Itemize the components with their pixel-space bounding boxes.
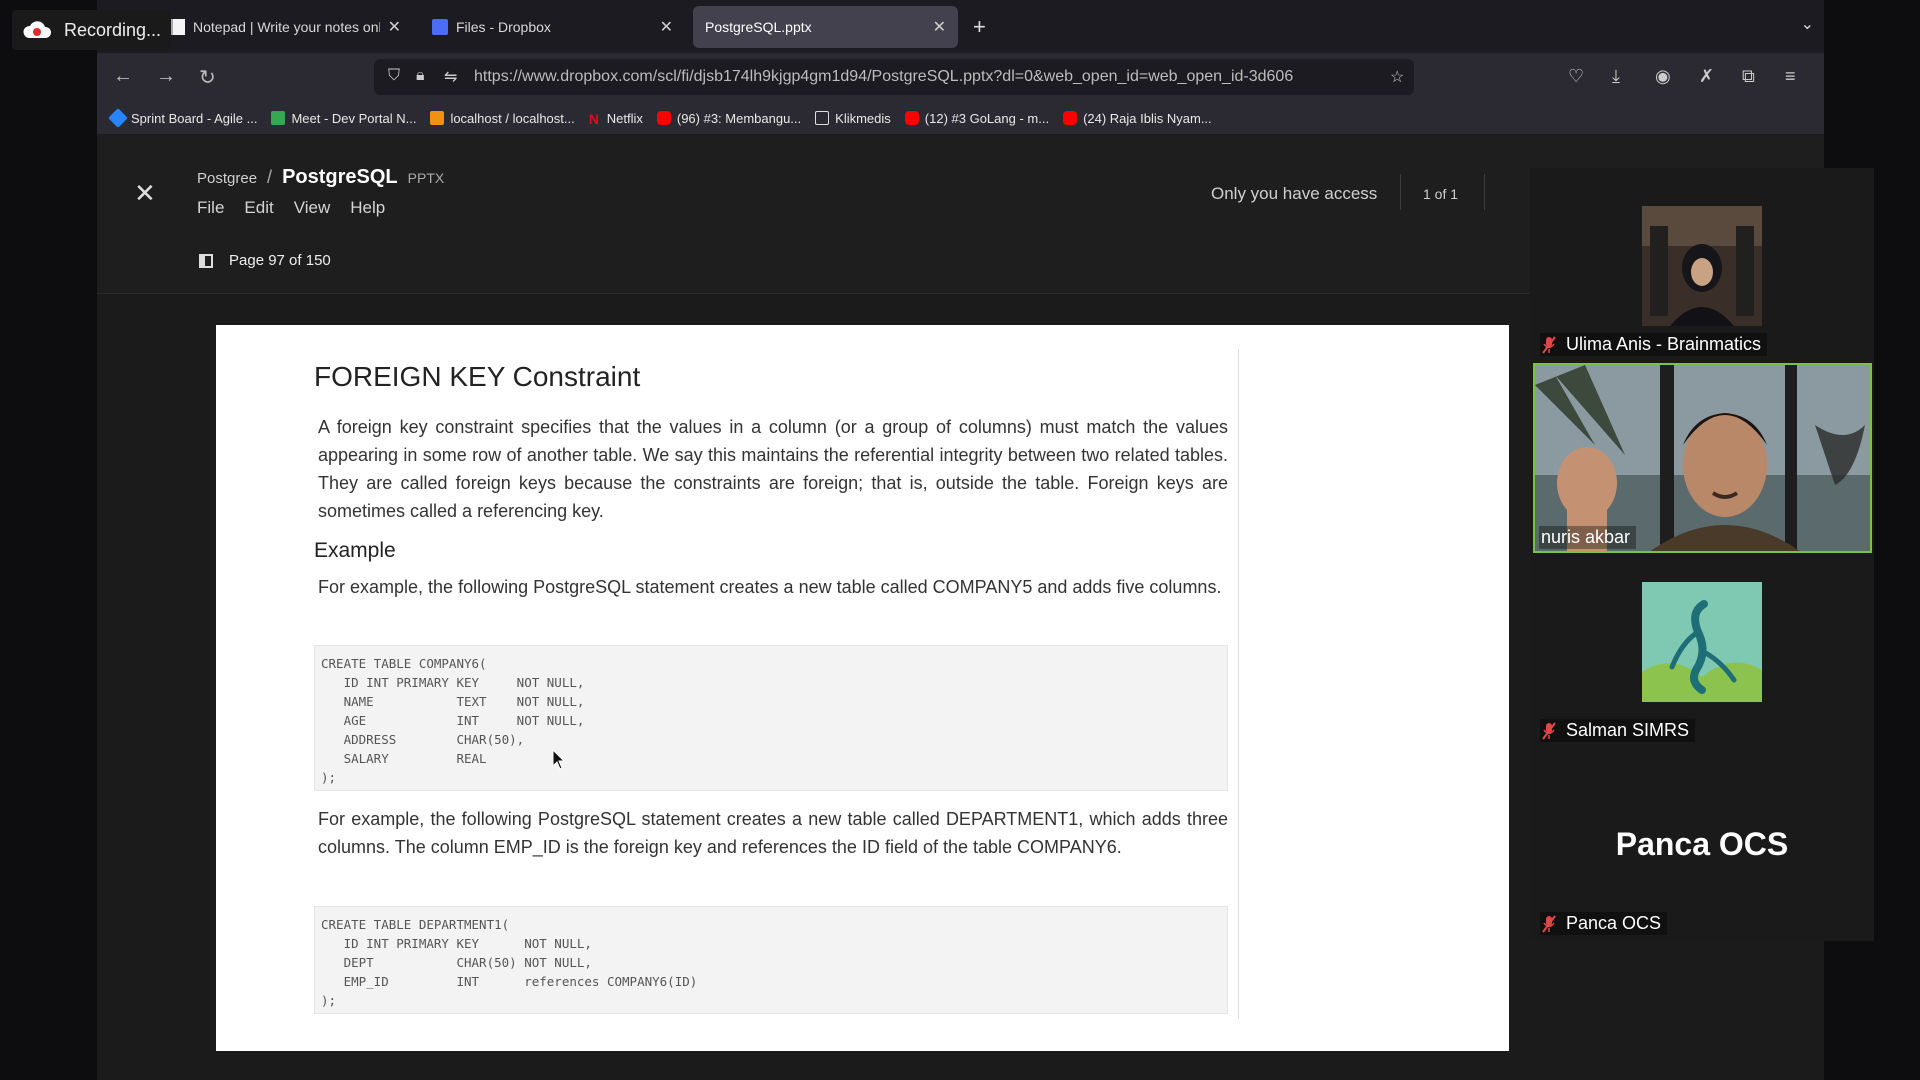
breadcrumb: Postgree / PostgreSQL PPTX: [197, 166, 444, 189]
mic-off-icon: [1542, 721, 1556, 740]
close-icon[interactable]: ✕: [134, 178, 156, 209]
account-icon[interactable]: ◉: [1655, 66, 1671, 87]
bookmark-item[interactable]: (24) Raja Iblis Nyam...: [1063, 111, 1212, 126]
slide-paragraph: For example, the following PostgreSQL st…: [318, 577, 1222, 597]
permissions-icon[interactable]: ⇋: [444, 67, 457, 87]
mouse-cursor-icon: [552, 749, 566, 770]
breadcrumb-folder[interactable]: Postgree: [197, 170, 257, 187]
avatar: [1642, 582, 1762, 702]
menu-icon[interactable]: ≡: [1785, 66, 1796, 87]
page-info-label: Page 97 of 150: [229, 252, 331, 269]
bookmarks-bar: Sprint Board - Agile ... Meet - Dev Port…: [97, 102, 1824, 134]
file-extension: PPTX: [407, 170, 445, 186]
close-icon[interactable]: ✕: [388, 17, 401, 37]
slide-margin-line: [1238, 349, 1239, 1019]
participants-panel: Ulima Anis - Brainmatics nuris akbar Sal…: [1530, 168, 1874, 941]
viewer-menu: File Edit View Help: [197, 198, 405, 218]
notepad-icon: [169, 19, 185, 35]
menu-edit[interactable]: Edit: [244, 198, 273, 218]
tab-notepad[interactable]: Notepad | Write your notes online ✕: [157, 6, 413, 48]
file-title: PostgreSQL: [282, 166, 398, 188]
star-icon[interactable]: ☆: [1390, 67, 1404, 87]
bookmark-item[interactable]: (12) #3 GoLang - m...: [904, 111, 1049, 126]
youtube-icon: [656, 111, 671, 125]
participant-tile[interactable]: Salman SIMRS: [1530, 556, 1874, 746]
shield-icon[interactable]: ⛉: [388, 67, 400, 85]
bookmark-item[interactable]: (96) #3: Membangu...: [656, 111, 801, 126]
participant-name: nuris akbar: [1539, 526, 1637, 549]
extensions-icon[interactable]: ⧉: [1742, 66, 1755, 87]
youtube-icon: [1063, 111, 1078, 125]
tab-title: Files - Dropbox: [456, 19, 551, 35]
recording-indicator[interactable]: Recording...: [12, 10, 172, 50]
participant-tile[interactable]: Ulima Anis - Brainmatics: [1530, 168, 1874, 360]
forward-icon[interactable]: →: [156, 65, 176, 88]
tab-bar: Notepad | Write your notes online ✕ File…: [97, 0, 1824, 53]
divider: [1400, 174, 1401, 210]
folder-icon: [815, 111, 830, 125]
close-icon[interactable]: ✕: [660, 17, 673, 37]
close-icon[interactable]: ✕: [933, 17, 946, 37]
sidebar-toggle-icon[interactable]: [199, 253, 213, 268]
slide-page: FOREIGN KEY Constraint A foreign key con…: [216, 325, 1509, 1051]
reload-icon[interactable]: ↻: [199, 65, 216, 90]
mic-off-icon: [1542, 335, 1556, 354]
phpmyadmin-icon: [430, 111, 445, 125]
tab-title: PostgreSQL.pptx: [705, 19, 812, 35]
chevron-down-icon[interactable]: ⌄: [1801, 14, 1814, 34]
cloud-recording-icon: [23, 21, 52, 38]
tab-postgresql[interactable]: PostgreSQL.pptx ✕: [693, 6, 958, 48]
code-block: CREATE TABLE COMPANY6( ID INT PRIMARY KE…: [314, 645, 1228, 791]
mic-off-icon: [1542, 914, 1556, 933]
dropbox-icon: [432, 19, 448, 35]
slide-paragraph: For example, the following PostgreSQL st…: [318, 809, 1228, 857]
divider: [1484, 174, 1485, 210]
participant-display-name: Panca OCS: [1615, 826, 1789, 862]
participant-name: Salman SIMRS: [1540, 719, 1696, 742]
extension-x-icon[interactable]: ✗: [1699, 66, 1714, 87]
page-count: 1 of 1: [1423, 186, 1459, 202]
tab-dropbox-files[interactable]: Files - Dropbox ✕: [420, 6, 685, 48]
breadcrumb-separator: /: [267, 167, 273, 187]
code-block: CREATE TABLE DEPARTMENT1( ID INT PRIMARY…: [314, 906, 1228, 1014]
avatar: [1642, 206, 1762, 326]
tab-title: Notepad | Write your notes online: [193, 19, 380, 35]
new-tab-icon[interactable]: +: [973, 14, 986, 40]
jira-icon: [108, 108, 128, 128]
slide-paragraph: A foreign key constraint specifies that …: [318, 417, 1228, 521]
participant-tile-active[interactable]: nuris akbar: [1533, 363, 1872, 553]
participant-name: Panca OCS: [1540, 912, 1668, 935]
page-indicator: Page 97 of 150: [199, 252, 331, 269]
video-feed: [1535, 365, 1870, 551]
url-bar[interactable]: ⛉ 🔒︎ ⇋ https://www.dropbox.com/scl/fi/dj…: [374, 59, 1414, 95]
back-icon[interactable]: ←: [113, 65, 133, 88]
navigation-bar: ← → ↻ ⛉ 🔒︎ ⇋ https://www.dropbox.com/scl…: [97, 53, 1824, 102]
meet-icon: [271, 111, 286, 125]
slide-heading: Example: [314, 539, 396, 562]
slide-title: FOREIGN KEY Constraint: [314, 361, 641, 392]
lock-icon[interactable]: 🔒︎: [416, 67, 425, 85]
youtube-icon: [904, 111, 919, 125]
menu-file[interactable]: File: [197, 198, 224, 218]
pocket-icon[interactable]: ♡: [1568, 66, 1584, 87]
bookmark-item[interactable]: Sprint Board - Agile ...: [108, 108, 257, 128]
participant-tile[interactable]: Panca OCS Panca OCS: [1530, 749, 1874, 939]
menu-help[interactable]: Help: [350, 198, 385, 218]
participant-name: Ulima Anis - Brainmatics: [1540, 333, 1768, 356]
recording-label: Recording...: [64, 19, 162, 40]
bookmark-item[interactable]: Meet - Dev Portal N...: [271, 111, 416, 126]
url-text: https://www.dropbox.com/scl/fi/djsb174lh…: [474, 68, 1294, 85]
menu-view[interactable]: View: [294, 198, 331, 218]
netflix-icon: N: [588, 111, 599, 127]
bookmark-folder[interactable]: Klikmedis: [815, 111, 891, 126]
bookmark-item[interactable]: N Netflix: [588, 111, 643, 128]
access-status[interactable]: Only you have access: [1211, 184, 1377, 204]
download-icon[interactable]: ⤓: [1612, 66, 1620, 87]
bookmark-item[interactable]: localhost / localhost...: [430, 111, 575, 126]
